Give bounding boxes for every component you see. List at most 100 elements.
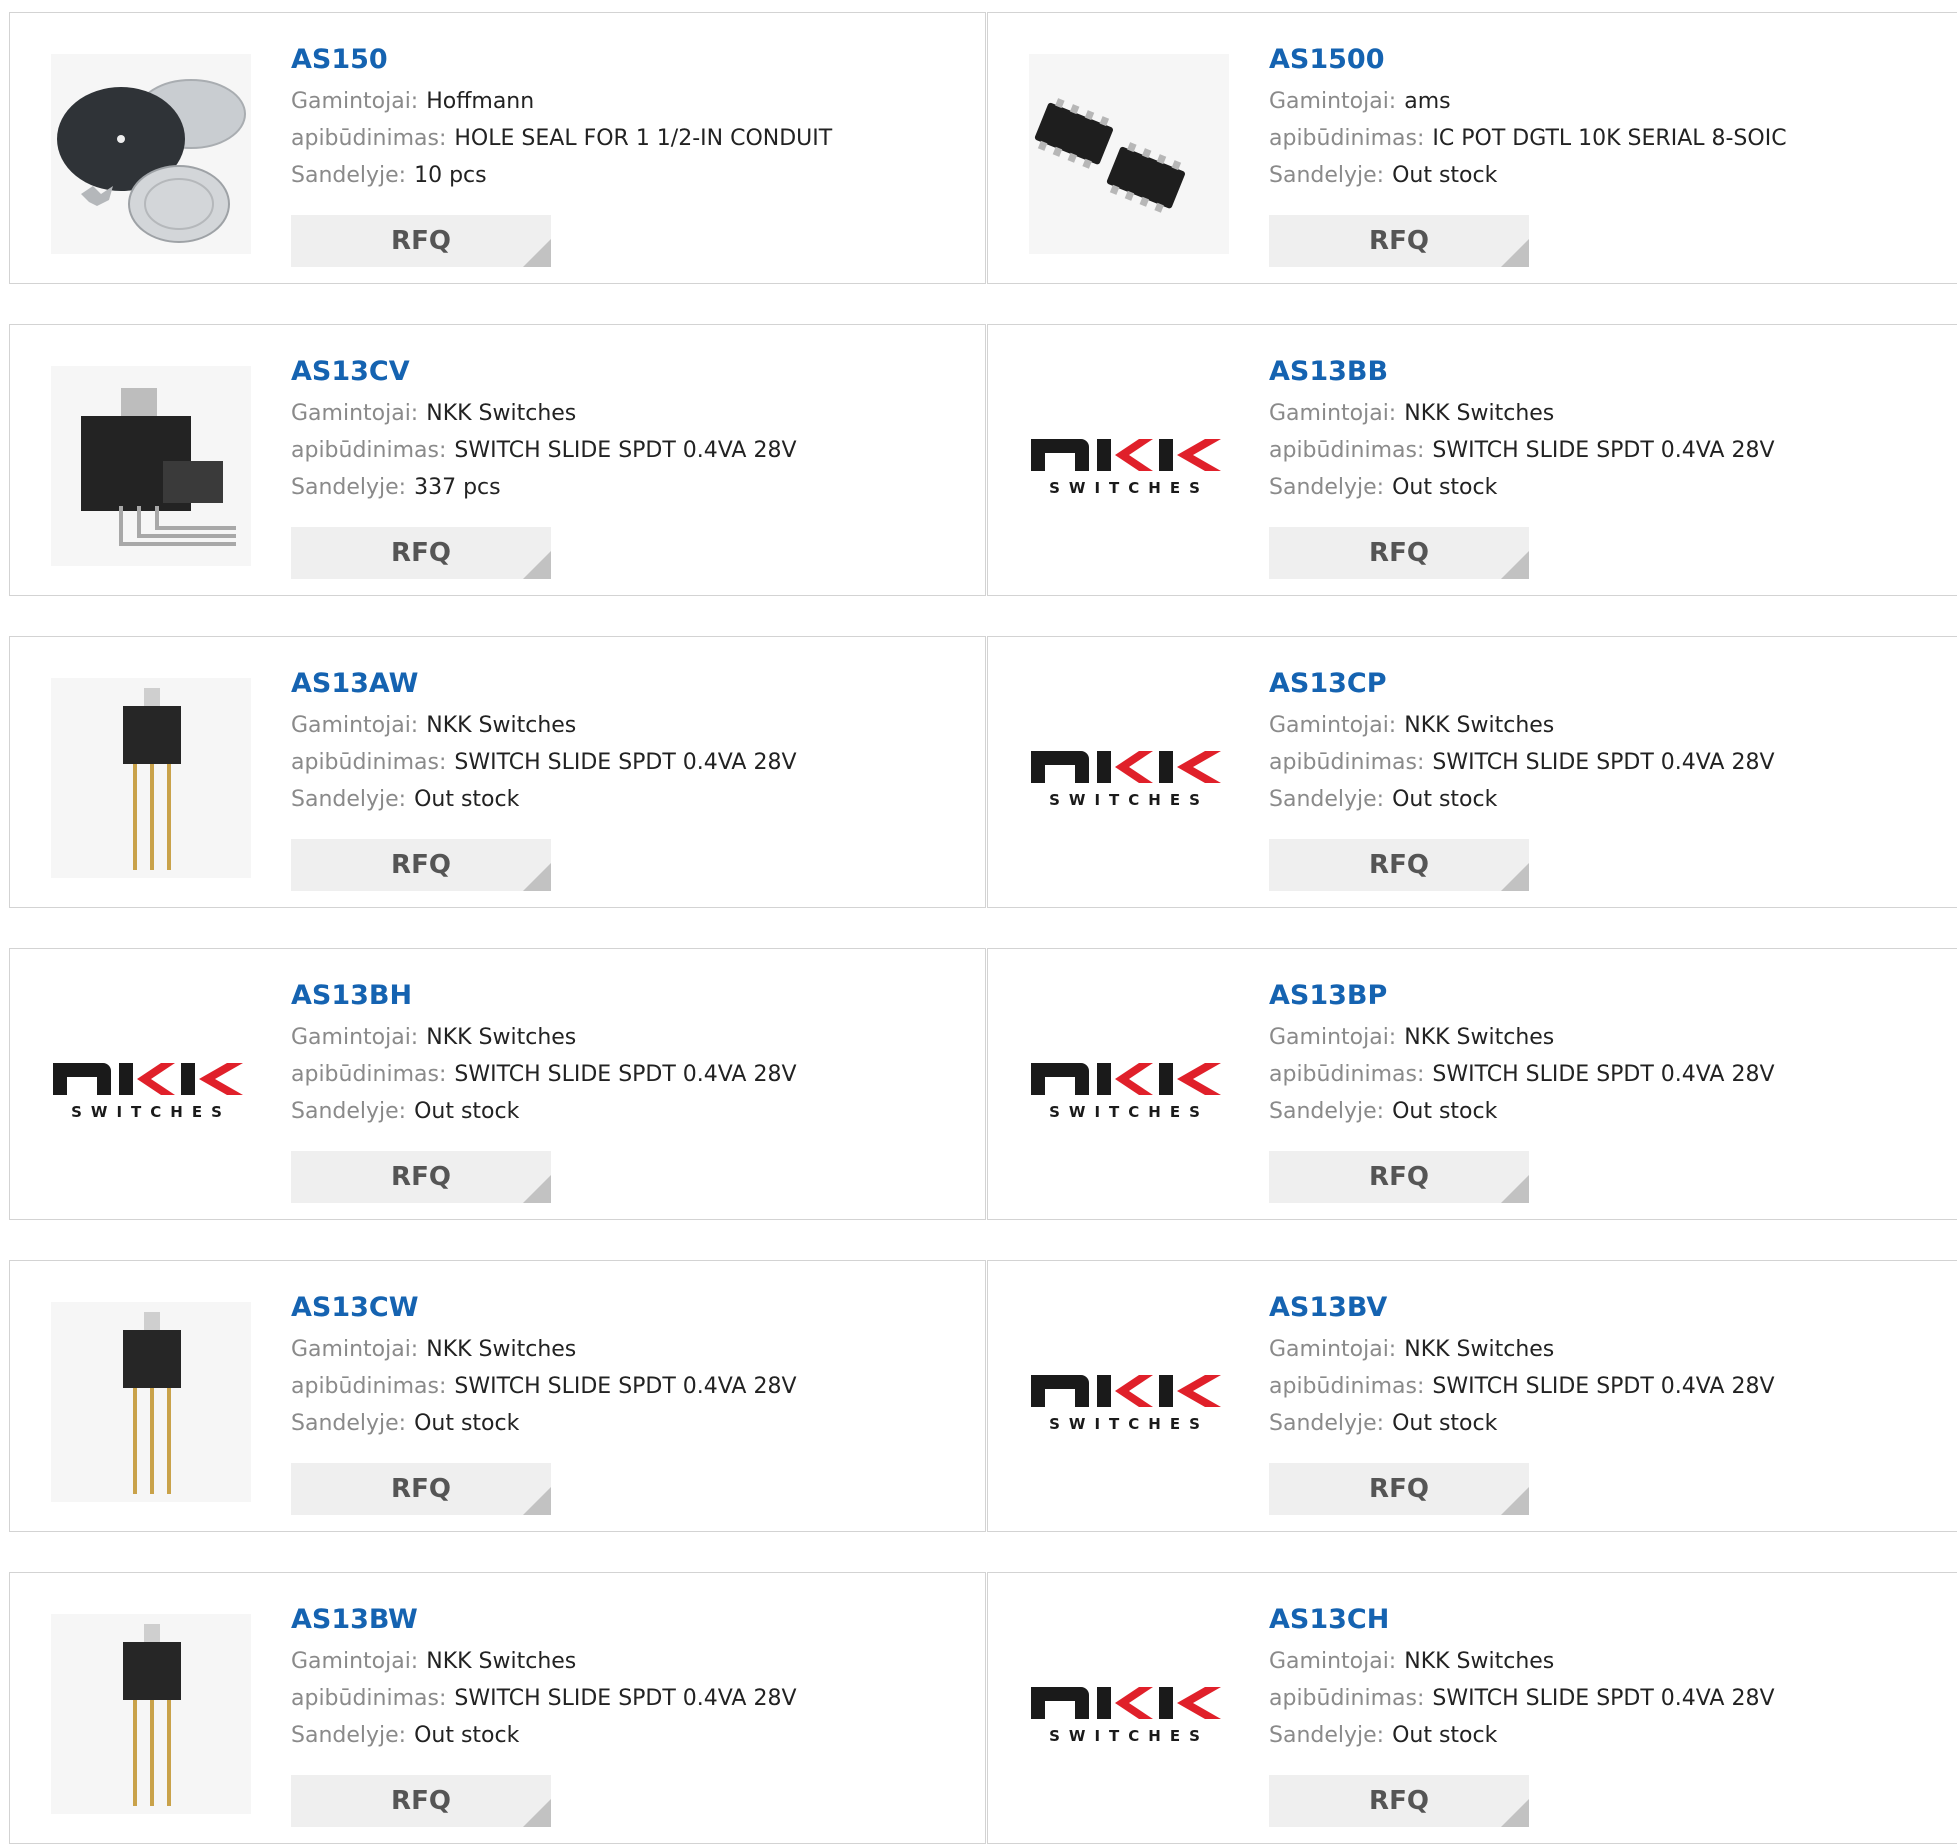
product-image[interactable] [51,1302,251,1502]
manufacturer-value: NKK Switches [1404,401,1555,426]
product-grid: AS150 Gamintojai: Hoffmann apibūdinimas: H… [0,0,1957,1844]
part-number-link[interactable]: AS13CH [1269,1603,1953,1637]
rfq-label: RFQ [391,1474,451,1504]
stock-row: Sandelyje: Out stock [1269,1093,1953,1130]
product-image[interactable] [51,678,251,878]
part-number-link[interactable]: AS13CW [291,1291,975,1325]
stock-value: Out stock [1392,787,1498,812]
description-row: apibūdinimas: SWITCH SLIDE SPDT 0.4VA 28V [291,432,975,469]
manufacturer-label: Gamintojai: [1269,713,1397,738]
manufacturer-label: Gamintojai: [1269,1649,1397,1674]
description-value: SWITCH SLIDE SPDT 0.4VA 28V [1432,1686,1775,1711]
description-label: apibūdinimas: [291,1686,447,1711]
rfq-button[interactable]: RFQ [1269,839,1529,891]
corner-triangle-icon [1501,239,1529,267]
product-info: AS150 Gamintojai: Hoffmann apibūdinimas: H… [291,43,975,194]
manufacturer-row: Gamintojai: NKK Switches [1269,1019,1953,1056]
manufacturer-value: NKK Switches [426,1649,577,1674]
description-value: SWITCH SLIDE SPDT 0.4VA 28V [1432,438,1775,463]
rfq-button[interactable]: RFQ [291,527,551,579]
nkk-logo-icon: SWITCHES [1031,439,1221,497]
corner-triangle-icon [523,551,551,579]
manufacturer-row: Gamintojai: NKK Switches [291,395,975,432]
description-row: apibūdinimas: SWITCH SLIDE SPDT 0.4VA 28V [291,1368,975,1405]
product-image[interactable]: SWITCHES [1029,1614,1229,1814]
manufacturer-value: NKK Switches [426,1025,577,1050]
part-number-link[interactable]: AS13BW [291,1603,975,1637]
part-number-link[interactable]: AS13BP [1269,979,1953,1013]
product-image[interactable] [51,366,251,566]
stock-label: Sandelyje: [1269,1723,1385,1748]
stock-row: Sandelyje: Out stock [291,781,975,818]
corner-triangle-icon [1501,1487,1529,1515]
product-image[interactable]: SWITCHES [1029,990,1229,1190]
rfq-button[interactable]: RFQ [291,1775,551,1827]
part-number-link[interactable]: AS13CP [1269,667,1953,701]
description-label: apibūdinimas: [291,126,447,151]
description-value: SWITCH SLIDE SPDT 0.4VA 28V [454,1062,797,1087]
product-card-as13aw: AS13AW Gamintojai: NKK Switches apibūdini… [9,636,986,908]
stock-row: Sandelyje: 337 pcs [291,469,975,506]
part-number-link[interactable]: AS150 [291,43,975,77]
product-info: AS13CH Gamintojai: NKK Switches apibūdini… [1269,1603,1953,1754]
product-info: AS13BW Gamintojai: NKK Switches apibūdini… [291,1603,975,1754]
manufacturer-label: Gamintojai: [291,1337,419,1362]
description-row: apibūdinimas: IC POT DGTL 10K SERIAL 8-SO… [1269,120,1953,157]
rfq-button[interactable]: RFQ [291,1463,551,1515]
product-image[interactable] [51,54,251,254]
part-number-link[interactable]: AS13BB [1269,355,1953,389]
product-card-as13cp: SWITCHES AS13CP Gamintojai: NKK Switches … [987,636,1957,908]
manufacturer-value: ams [1404,89,1451,114]
rfq-button[interactable]: RFQ [291,839,551,891]
rfq-button[interactable]: RFQ [1269,527,1529,579]
corner-triangle-icon [1501,863,1529,891]
stock-row: Sandelyje: Out stock [1269,781,1953,818]
product-image[interactable]: SWITCHES [1029,366,1229,566]
rfq-button[interactable]: RFQ [1269,215,1529,267]
rfq-label: RFQ [1369,1162,1429,1192]
part-number-link[interactable]: AS13CV [291,355,975,389]
description-row: apibūdinimas: SWITCH SLIDE SPDT 0.4VA 28V [1269,744,1953,781]
description-value: SWITCH SLIDE SPDT 0.4VA 28V [1432,750,1775,775]
description-label: apibūdinimas: [1269,1686,1425,1711]
product-info: AS13BB Gamintojai: NKK Switches apibūdini… [1269,355,1953,506]
rfq-button[interactable]: RFQ [1269,1151,1529,1203]
svg-text:SWITCHES: SWITCHES [1049,479,1209,497]
manufacturer-row: Gamintojai: NKK Switches [291,1019,975,1056]
rfq-button[interactable]: RFQ [291,1151,551,1203]
rfq-label: RFQ [391,1162,451,1192]
rfq-button[interactable]: RFQ [1269,1463,1529,1515]
stock-row: Sandelyje: Out stock [291,1717,975,1754]
nkk-logo-icon: SWITCHES [1031,1375,1221,1433]
description-row: apibūdinimas: SWITCH SLIDE SPDT 0.4VA 28V [1269,1056,1953,1093]
stock-row: Sandelyje: Out stock [1269,1717,1953,1754]
hole-seal-icon [51,54,251,254]
product-image[interactable]: SWITCHES [1029,1302,1229,1502]
manufacturer-value: NKK Switches [426,713,577,738]
part-number-link[interactable]: AS13AW [291,667,975,701]
rfq-label: RFQ [391,226,451,256]
part-number-link[interactable]: AS13BH [291,979,975,1013]
stock-label: Sandelyje: [291,1099,407,1124]
description-row: apibūdinimas: SWITCH SLIDE SPDT 0.4VA 28V [291,1680,975,1717]
stock-label: Sandelyje: [291,163,407,188]
rfq-label: RFQ [1369,1474,1429,1504]
product-image[interactable] [1029,54,1229,254]
product-image[interactable]: SWITCHES [1029,678,1229,878]
svg-text:SWITCHES: SWITCHES [1049,1415,1209,1433]
slide-switch-icon [51,678,251,878]
manufacturer-row: Gamintojai: Hoffmann [291,83,975,120]
corner-triangle-icon [1501,551,1529,579]
rfq-button[interactable]: RFQ [291,215,551,267]
product-image[interactable]: SWITCHES [51,990,251,1190]
rfq-button[interactable]: RFQ [1269,1775,1529,1827]
part-number-link[interactable]: AS13BV [1269,1291,1953,1325]
stock-row: Sandelyje: Out stock [1269,469,1953,506]
stock-row: Sandelyje: Out stock [1269,1405,1953,1442]
product-card-as13cv: AS13CV Gamintojai: NKK Switches apibūdini… [9,324,986,596]
nkk-logo-icon: SWITCHES [1031,1063,1221,1121]
product-image[interactable] [51,1614,251,1814]
stock-label: Sandelyje: [291,787,407,812]
part-number-link[interactable]: AS1500 [1269,43,1953,77]
stock-value: Out stock [414,1723,520,1748]
